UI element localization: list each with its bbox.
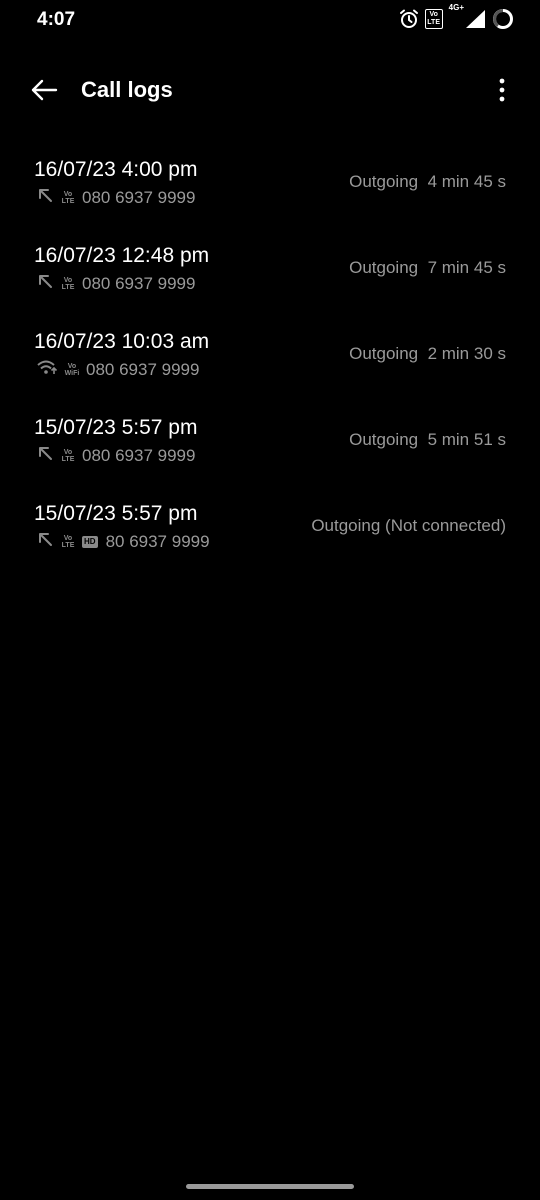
- call-tech-top: Vo: [63, 448, 73, 456]
- call-details: Vo LTE 080 6937 9999: [36, 272, 195, 295]
- call-log-item[interactable]: 16/07/23 4:00 pm Vo LTE 080 6937 9999 Outgoi…: [0, 150, 540, 236]
- call-datetime: 16/07/23 4:00 pm: [34, 158, 198, 181]
- volte-bottom-label: LTE: [427, 19, 440, 26]
- call-status: Outgoing (Not connected): [311, 516, 506, 535]
- call-datetime: 15/07/23 5:57 pm: [34, 416, 198, 439]
- call-log-item[interactable]: 15/07/23 5:57 pm Vo LTE 080 6937 9999 Outgoi…: [0, 408, 540, 494]
- app-bar: Call logs: [0, 60, 540, 120]
- call-tech-tag: Vo LTE: [61, 534, 75, 549]
- call-datetime: 16/07/23 12:48 pm: [34, 244, 210, 267]
- back-button[interactable]: [28, 76, 60, 104]
- call-tech-top: Vo: [63, 190, 73, 198]
- call-tech-bottom: LTE: [61, 283, 75, 291]
- arrow-left-icon: [31, 79, 58, 101]
- call-log-item[interactable]: 16/07/23 12:48 pm Vo LTE 080 6937 9999 Outgo…: [0, 236, 540, 322]
- call-status: Outgoing 7 min 45 s: [349, 258, 506, 277]
- alarm-icon: [399, 9, 419, 29]
- call-status: Outgoing 4 min 45 s: [349, 172, 506, 191]
- call-tech-tag: Vo LTE: [61, 190, 75, 205]
- outgoing-call-icon: [36, 530, 54, 553]
- call-tech-tag: Vo LTE: [61, 276, 75, 291]
- call-datetime: 16/07/23 10:03 am: [34, 330, 210, 353]
- phone-number: 080 6937 9999: [82, 187, 196, 207]
- call-details: Vo LTE HD 80 6937 9999: [36, 530, 210, 553]
- phone-number: 080 6937 9999: [82, 445, 196, 465]
- volte-top-label: Vo: [429, 11, 438, 18]
- call-details: Vo LTE 080 6937 9999: [36, 444, 195, 467]
- phone-number: 080 6937 9999: [82, 273, 196, 293]
- call-tech-top: Vo: [63, 276, 73, 284]
- call-tech-top: Vo: [63, 534, 73, 542]
- status-icons: Vo LTE 4G+: [399, 3, 514, 30]
- phone-number: 80 6937 9999: [105, 531, 210, 551]
- call-tech-tag: Vo LTE: [61, 448, 75, 463]
- status-bar: 4:07 Vo LTE 4G+: [0, 0, 540, 40]
- call-log-item[interactable]: 15/07/23 5:57 pm Vo LTE HD 80 6937 9999 Outgo…: [0, 494, 540, 580]
- status-time: 4:07: [37, 9, 76, 30]
- call-datetime: 15/07/23 5:57 pm: [34, 502, 198, 525]
- signal-icon: 4G+: [449, 3, 486, 29]
- outgoing-call-icon: [36, 444, 54, 467]
- call-tech-bottom: WiFi: [64, 369, 80, 377]
- outgoing-call-icon: [36, 186, 54, 209]
- call-tech-bottom: LTE: [61, 197, 75, 205]
- network-type: 4G+: [448, 3, 464, 12]
- call-tech-top: Vo: [67, 362, 77, 370]
- home-indicator[interactable]: [186, 1184, 354, 1189]
- page-title: Call logs: [81, 77, 173, 102]
- call-details: Vo LTE 080 6937 9999: [36, 186, 195, 209]
- call-details: Vo WiFi 080 6937 9999: [36, 358, 199, 381]
- call-tech-bottom: LTE: [61, 455, 75, 463]
- hd-badge: HD: [82, 535, 98, 548]
- volte-icon: Vo LTE: [424, 9, 443, 29]
- phone-number: 080 6937 9999: [86, 359, 200, 379]
- call-log-list: 16/07/23 4:00 pm Vo LTE 080 6937 9999 Outgoi…: [0, 150, 540, 580]
- more-options-button[interactable]: [496, 76, 508, 104]
- more-vertical-icon: [499, 78, 505, 102]
- wifi-call-icon: [36, 358, 58, 381]
- call-status: Outgoing 2 min 30 s: [349, 344, 506, 363]
- outgoing-call-icon: [36, 272, 54, 295]
- call-status: Outgoing 5 min 51 s: [349, 430, 506, 449]
- battery-icon: [492, 8, 514, 30]
- call-tech-bottom: LTE: [61, 541, 75, 549]
- call-tech-tag: Vo WiFi: [64, 362, 80, 377]
- call-log-item[interactable]: 16/07/23 10:03 am Vo WiFi 080 6937 9999 Outg…: [0, 322, 540, 408]
- call-logs-screen: 4:07 Vo LTE 4G+ Call logs 16/07/23 4:00 …: [0, 0, 540, 1200]
